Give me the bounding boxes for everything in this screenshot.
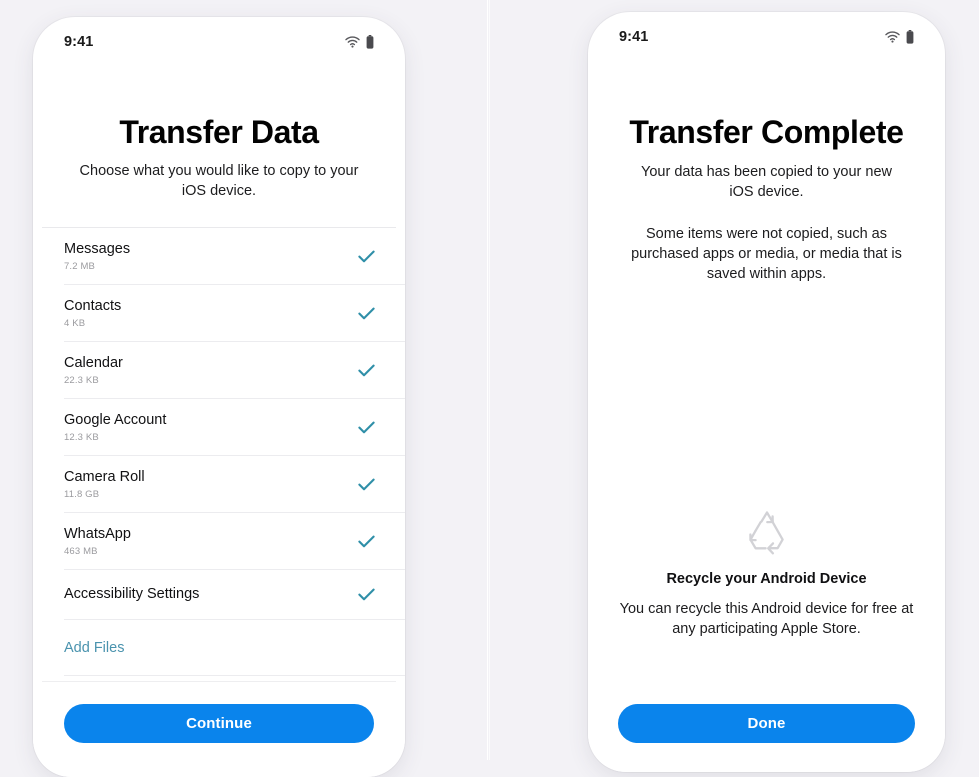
page-subtitle: Choose what you would like to copy to yo… bbox=[79, 163, 359, 199]
list-item-label: Contacts bbox=[64, 298, 122, 314]
list-item[interactable]: Messages 7.2 MB bbox=[64, 228, 405, 285]
status-bar-icons bbox=[345, 35, 374, 49]
recycle-icon bbox=[739, 509, 795, 557]
phone-screen-transfer-data: 9:41 Transfer Data Choose what you would… bbox=[33, 17, 405, 777]
page-title: Transfer Data bbox=[119, 114, 319, 150]
battery-full-icon bbox=[366, 35, 374, 49]
list-item-label: Camera Roll bbox=[64, 469, 145, 485]
list-item-text: Calendar 22.3 KB bbox=[64, 355, 123, 386]
check-icon[interactable] bbox=[358, 588, 375, 601]
panel-divider bbox=[487, 0, 488, 760]
panel-divider-secondary bbox=[489, 0, 490, 760]
list-item-size: 4 KB bbox=[64, 318, 86, 329]
status-bar-icons bbox=[885, 30, 914, 44]
list-item-text: Camera Roll 11.8 GB bbox=[64, 469, 145, 500]
list-item[interactable]: Contacts 4 KB bbox=[64, 285, 405, 342]
check-icon[interactable] bbox=[358, 421, 375, 434]
list-item-label: Accessibility Settings bbox=[64, 586, 200, 602]
recycle-section: Recycle your Android Device You can recy… bbox=[588, 509, 945, 639]
recycle-body: You can recycle this Android device for … bbox=[619, 601, 914, 637]
list-item-label: Google Account bbox=[64, 412, 167, 428]
status-bar-time: 9:41 bbox=[64, 34, 94, 50]
list-item-size: 11.8 GB bbox=[64, 489, 100, 500]
battery-full-icon bbox=[906, 30, 914, 44]
phone-screen-transfer-complete: 9:41 Transfer Complete Your data has bee… bbox=[588, 12, 945, 772]
list-item[interactable]: Google Account 12.3 KB bbox=[64, 399, 405, 456]
list-item-label: WhatsApp bbox=[64, 526, 131, 542]
list-item[interactable]: Accessibility Settings bbox=[64, 570, 405, 620]
page-note: Some items were not copied, such as purc… bbox=[631, 226, 902, 282]
check-icon[interactable] bbox=[358, 535, 375, 548]
list-item-text: Google Account 12.3 KB bbox=[64, 412, 166, 443]
continue-button[interactable]: Continue bbox=[64, 704, 374, 743]
wifi-icon bbox=[345, 36, 360, 48]
check-icon[interactable] bbox=[358, 364, 375, 377]
footer-divider bbox=[42, 681, 396, 682]
footer-transfer-data: Continue bbox=[33, 681, 405, 777]
list-item-label: Calendar bbox=[64, 355, 123, 371]
list-item-text: WhatsApp 463 MB bbox=[64, 526, 131, 557]
list-item-label: Messages bbox=[64, 241, 131, 257]
done-button[interactable]: Done bbox=[618, 704, 915, 743]
page-title: Transfer Complete bbox=[629, 114, 904, 150]
page-subtitle: Your data has been copied to your new iO… bbox=[641, 164, 892, 200]
status-bar: 9:41 bbox=[588, 12, 945, 56]
wifi-icon bbox=[885, 31, 900, 43]
list-item[interactable]: WhatsApp 463 MB bbox=[64, 513, 405, 570]
list-item-text: Accessibility Settings bbox=[64, 586, 199, 603]
list-item-size: 12.3 KB bbox=[64, 432, 99, 443]
check-icon[interactable] bbox=[358, 307, 375, 320]
list-item-size: 22.3 KB bbox=[64, 375, 99, 386]
check-icon[interactable] bbox=[358, 250, 375, 263]
check-icon[interactable] bbox=[358, 478, 375, 491]
list-item[interactable]: Calendar 22.3 KB bbox=[64, 342, 405, 399]
add-files-row[interactable]: Add Files bbox=[64, 620, 405, 676]
recycle-title: Recycle your Android Device bbox=[666, 571, 867, 587]
list-item-text: Messages 7.2 MB bbox=[64, 241, 130, 272]
transfer-item-list: Messages 7.2 MB Contacts 4 KB Calendar 2… bbox=[33, 228, 405, 620]
list-item-size: 7.2 MB bbox=[64, 261, 95, 272]
status-bar: 9:41 bbox=[33, 17, 405, 61]
add-files-link[interactable]: Add Files bbox=[64, 640, 124, 656]
list-item-text: Contacts 4 KB bbox=[64, 298, 121, 329]
list-item-size: 463 MB bbox=[64, 546, 98, 557]
status-bar-time: 9:41 bbox=[619, 29, 649, 45]
list-item[interactable]: Camera Roll 11.8 GB bbox=[64, 456, 405, 513]
footer-transfer-complete: Done bbox=[588, 682, 945, 772]
